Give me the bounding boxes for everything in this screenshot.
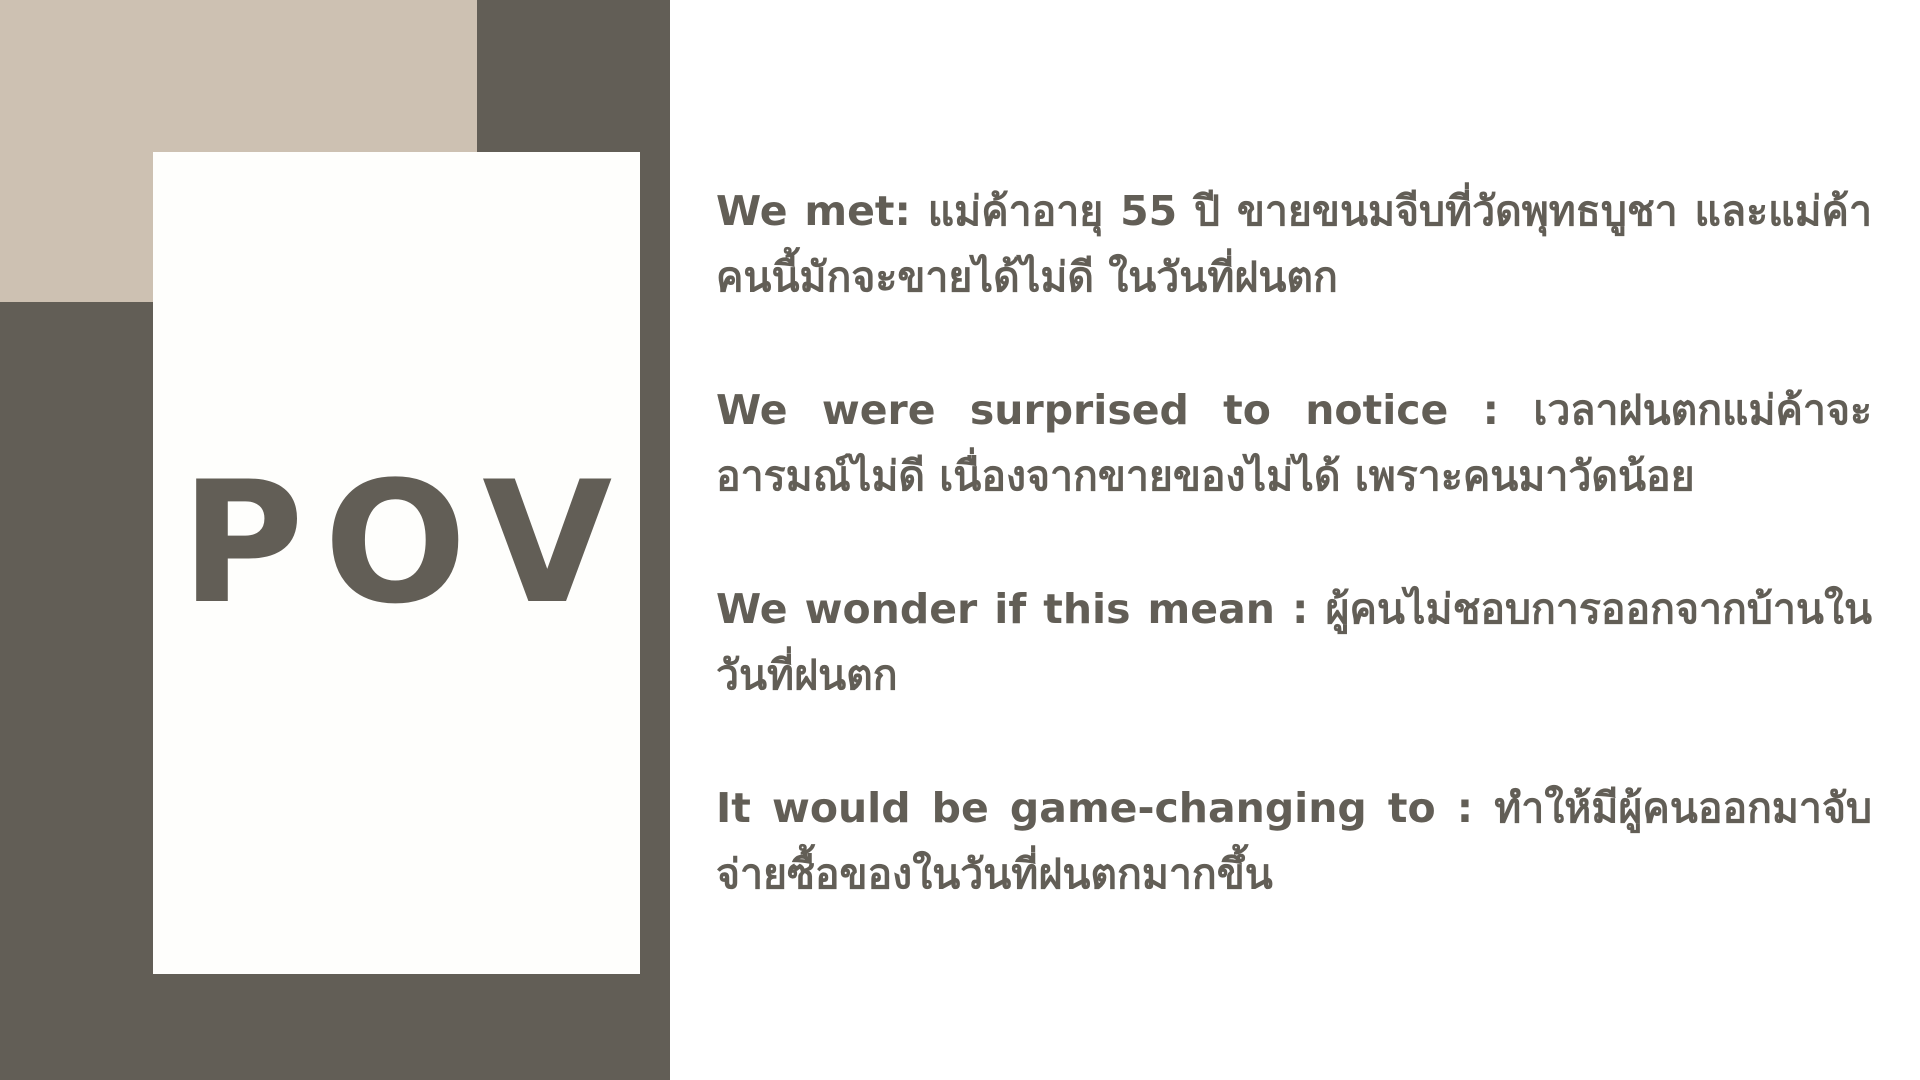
pov-title: POV xyxy=(180,445,633,641)
statement-wonder: We wonder if this mean : ผู้คนไม่ชอบการอ… xyxy=(716,585,1872,699)
pov-card: POV xyxy=(153,152,640,974)
statement-game-changing: It would be game-changing to : ทำให้มีผู… xyxy=(716,784,1872,898)
statements-column: We met: แม่ค้าอายุ 55 ปี ขายขนมจีบที่วัด… xyxy=(716,178,1872,938)
statement-surprised: We were surprised to notice : เวลาฝนตกแม… xyxy=(716,386,1872,500)
statement-we-met: We met: แม่ค้าอายุ 55 ปี ขายขนมจีบที่วัด… xyxy=(716,187,1872,301)
